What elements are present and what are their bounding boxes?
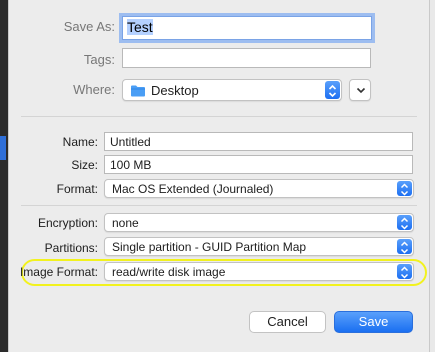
separator bbox=[21, 205, 417, 206]
partitions-label: Partitions: bbox=[44, 241, 98, 255]
partitions-value: Single partition - GUID Partition Map bbox=[112, 240, 307, 254]
where-stepper bbox=[325, 81, 340, 99]
save-as-value: Test bbox=[127, 19, 153, 35]
save-as-field[interactable]: Test bbox=[122, 16, 372, 40]
save-as-label: Save As: bbox=[63, 19, 115, 34]
save-button[interactable]: Save bbox=[334, 311, 413, 333]
save-dialog: Save As: Test Tags: Where: Desktop Name:… bbox=[8, 0, 430, 352]
encryption-stepper bbox=[397, 215, 412, 230]
where-label: Where: bbox=[73, 82, 115, 97]
up-down-arrows-icon bbox=[400, 183, 409, 196]
size-label: Size: bbox=[71, 158, 98, 172]
up-down-arrows-icon bbox=[328, 84, 337, 98]
encryption-label: Encryption: bbox=[37, 216, 98, 230]
tags-label: Tags: bbox=[83, 52, 115, 67]
name-label: Name: bbox=[62, 135, 98, 149]
up-down-arrows-icon bbox=[400, 241, 409, 254]
where-value: Desktop bbox=[151, 83, 199, 98]
format-popup[interactable]: Mac OS Extended (Journaled) bbox=[104, 179, 414, 198]
image-format-stepper bbox=[397, 264, 412, 279]
background-selection bbox=[0, 136, 6, 160]
expand-dialog-button[interactable] bbox=[349, 79, 371, 101]
image-format-popup[interactable]: read/write disk image bbox=[104, 262, 414, 281]
tags-field[interactable] bbox=[122, 48, 371, 68]
up-down-arrows-icon bbox=[400, 266, 409, 279]
format-label: Format: bbox=[56, 182, 98, 196]
encryption-popup[interactable]: none bbox=[104, 213, 414, 232]
format-stepper bbox=[397, 181, 412, 196]
format-value: Mac OS Extended (Journaled) bbox=[112, 182, 274, 196]
up-down-arrows-icon bbox=[400, 217, 409, 230]
image-format-value: read/write disk image bbox=[112, 265, 226, 279]
folder-icon bbox=[131, 85, 145, 97]
size-field[interactable]: 100 MB bbox=[104, 155, 413, 174]
name-field[interactable]: Untitled bbox=[104, 132, 413, 151]
encryption-value: none bbox=[112, 216, 139, 230]
separator bbox=[21, 116, 417, 117]
where-popup[interactable]: Desktop bbox=[122, 79, 342, 101]
partitions-stepper bbox=[397, 239, 412, 254]
image-format-label: Image Format: bbox=[19, 265, 98, 279]
partitions-popup[interactable]: Single partition - GUID Partition Map bbox=[104, 237, 414, 256]
cancel-button[interactable]: Cancel bbox=[249, 311, 326, 333]
chevron-down-icon bbox=[356, 87, 366, 94]
